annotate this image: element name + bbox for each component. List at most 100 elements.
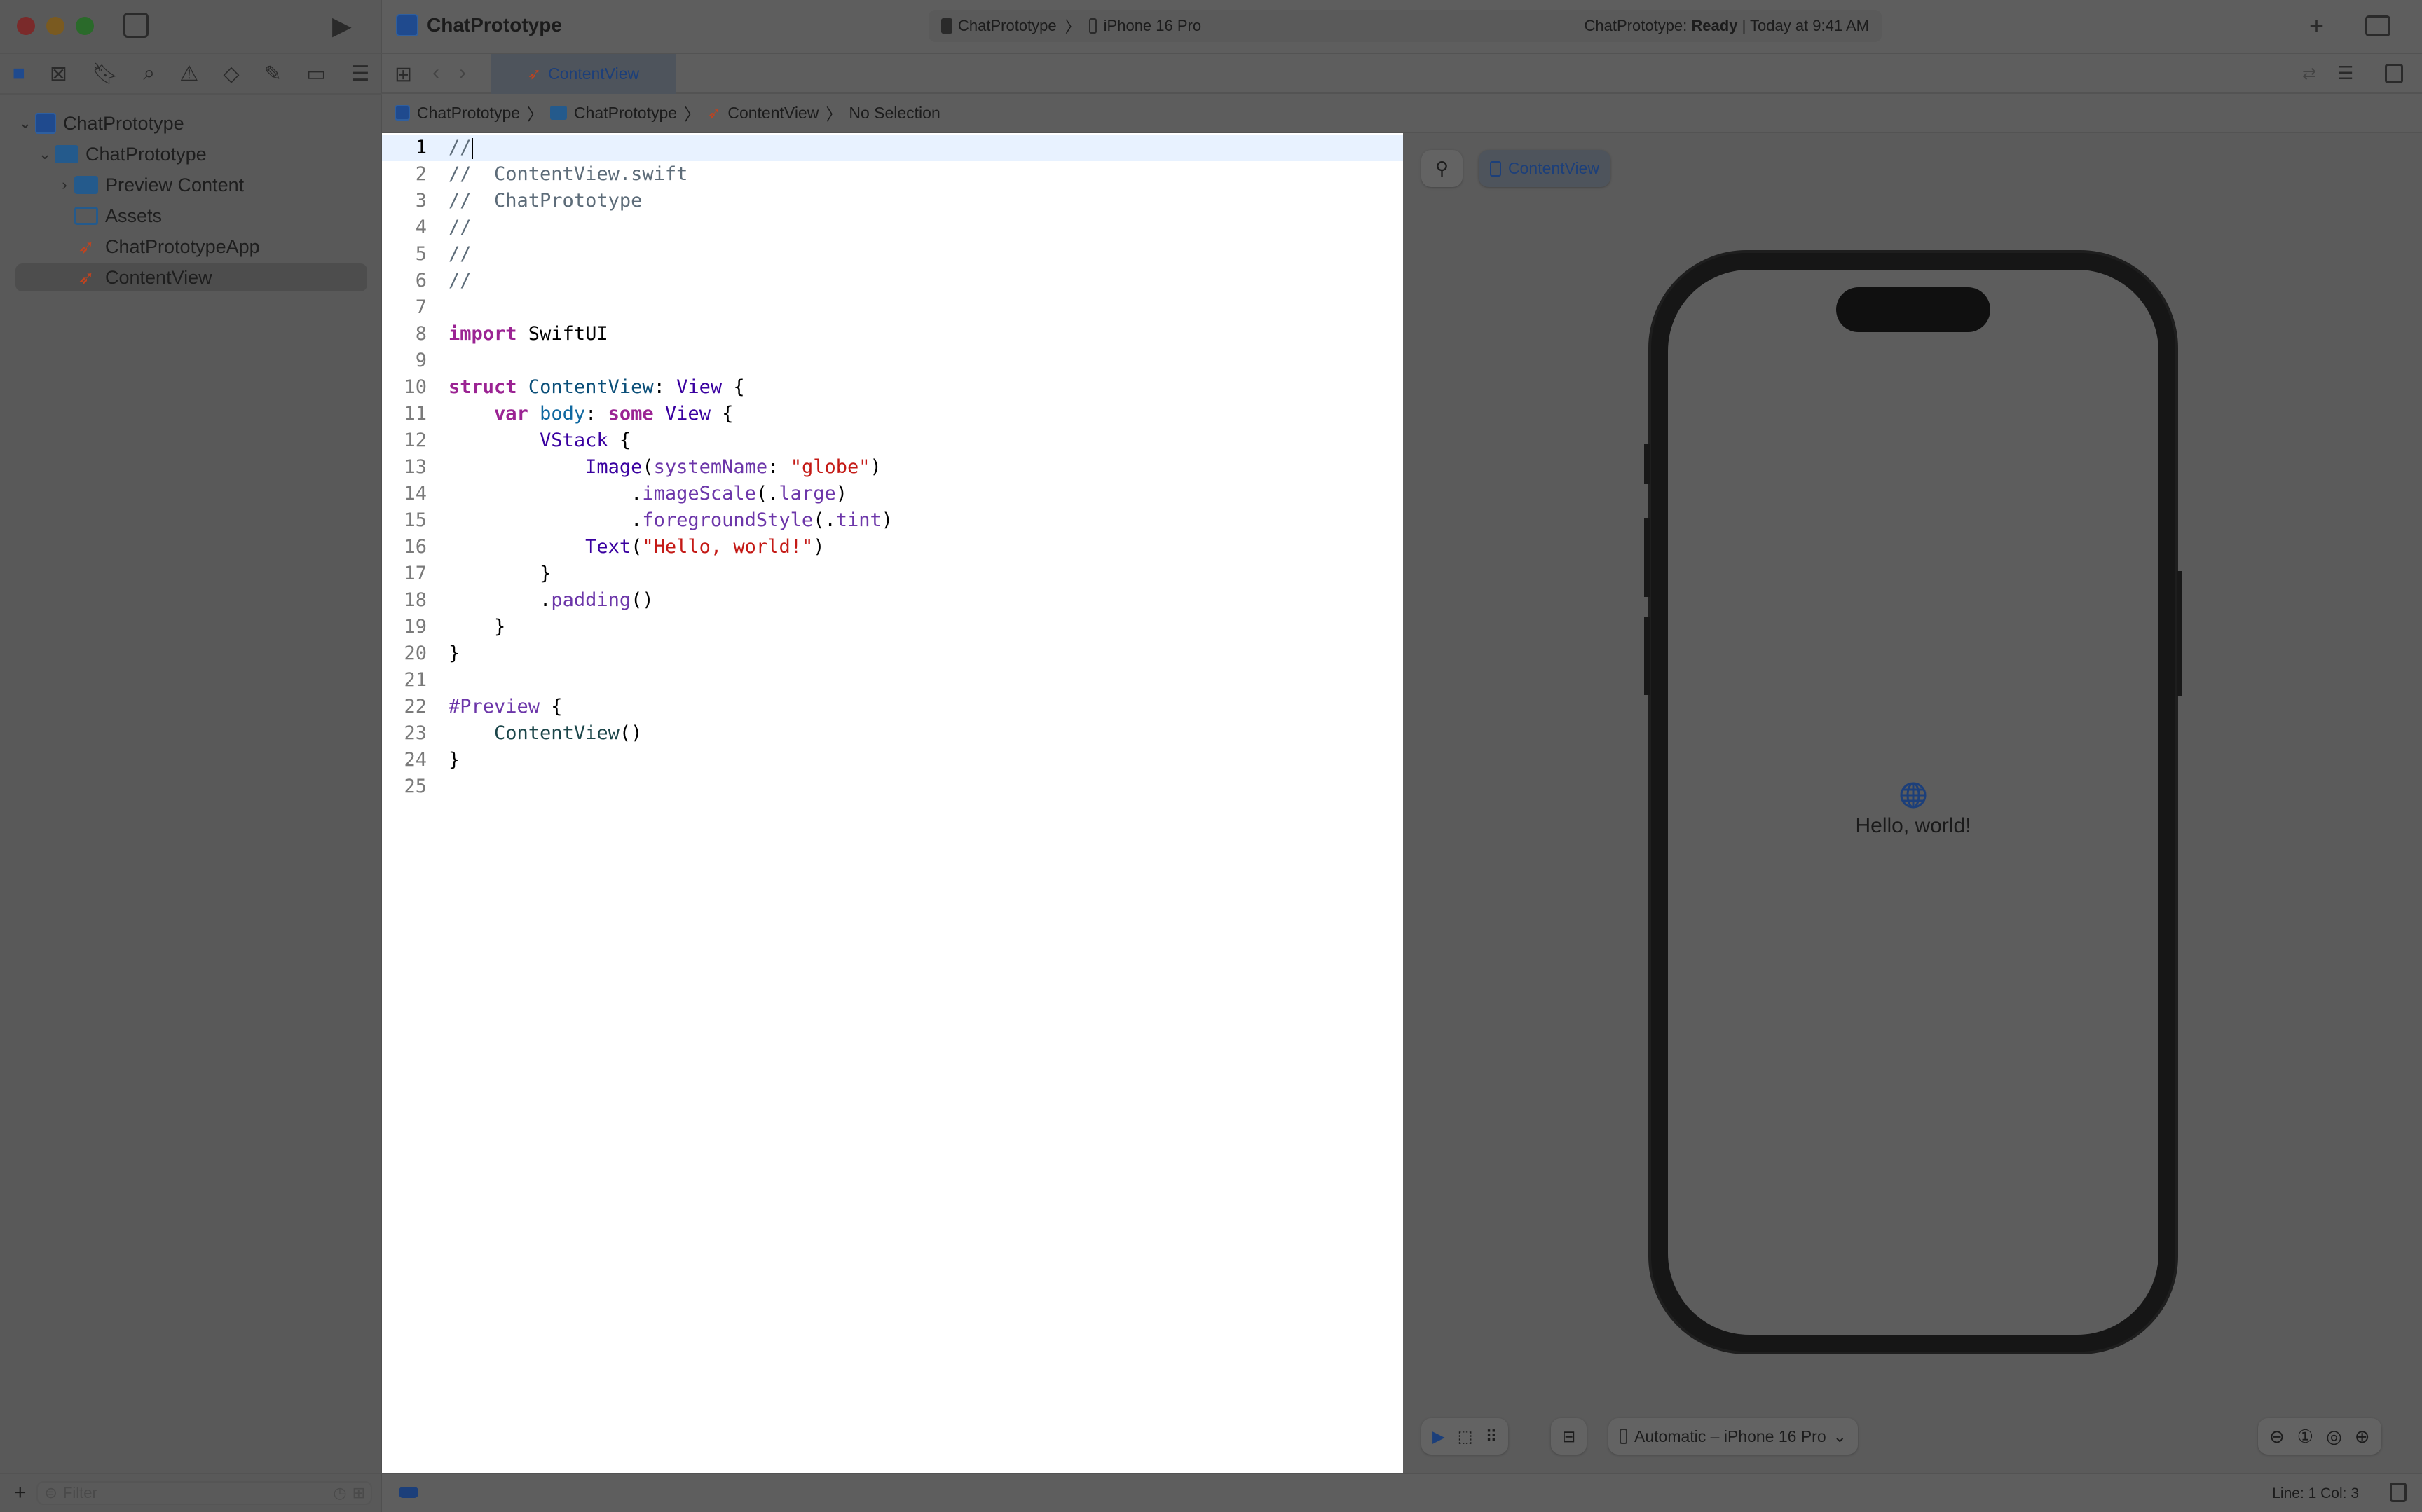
code-line[interactable]: 12 VStack { bbox=[382, 427, 1403, 454]
filter-input[interactable]: Filter bbox=[63, 1484, 97, 1502]
add-icon[interactable]: + bbox=[14, 1481, 27, 1505]
code-line[interactable]: 9 bbox=[382, 348, 1403, 374]
breadcrumb-symbol[interactable]: No Selection bbox=[849, 104, 940, 123]
recent-files-icon[interactable]: ◷ bbox=[333, 1484, 346, 1502]
breadcrumb-group[interactable]: ChatPrototype bbox=[574, 104, 677, 123]
related-items-icon[interactable]: ⊞ bbox=[395, 62, 412, 87]
breadcrumb-project[interactable]: ChatPrototype bbox=[417, 104, 520, 123]
debug-icon[interactable]: ✎ bbox=[264, 62, 282, 86]
code-line[interactable]: 18 .padding() bbox=[382, 587, 1403, 614]
device-menu-label: Automatic – iPhone 16 Pro bbox=[1634, 1427, 1826, 1445]
device-icon bbox=[1088, 18, 1097, 34]
code-line[interactable]: 2 // ContentView.swift bbox=[382, 161, 1403, 188]
issue-warning-icon[interactable]: ⚠︎ bbox=[179, 62, 198, 86]
disclosure-icon[interactable]: › bbox=[55, 176, 74, 194]
code-line[interactable]: 22 #Preview { bbox=[382, 694, 1403, 720]
code-line[interactable]: 19 } bbox=[382, 614, 1403, 640]
navigator-item[interactable]: ➶ ChatPrototypeApp bbox=[15, 233, 367, 261]
editor-options-icon[interactable]: ☰ bbox=[2337, 62, 2353, 84]
run-button[interactable]: ▶ bbox=[332, 11, 352, 41]
breakpoint-icon[interactable]: ▭ bbox=[306, 62, 326, 86]
preview-chip-contentview[interactable]: ContentView bbox=[1479, 150, 1610, 187]
test-icon[interactable]: ◇ bbox=[223, 62, 239, 86]
line-number: 5 bbox=[415, 243, 427, 265]
code-line[interactable]: 14 .imageScale(.large) bbox=[382, 481, 1403, 507]
minimize-window-button[interactable] bbox=[46, 17, 64, 35]
code-token-comment: // ChatPrototype bbox=[449, 190, 643, 212]
jump-bar: ChatPrototype 〉 ChatPrototype 〉 ➶ ContentV… bbox=[382, 94, 2422, 133]
code-token-plain: } bbox=[449, 642, 460, 664]
source-control-filter-icon[interactable]: ⊞ bbox=[353, 1484, 365, 1502]
back-icon[interactable]: ‹ bbox=[432, 61, 439, 85]
live-preview-icon[interactable]: ▶ bbox=[1432, 1427, 1445, 1446]
add-editor-icon[interactable] bbox=[2385, 64, 2403, 83]
code-token-plain: (. bbox=[755, 483, 779, 504]
pin-preview-button[interactable]: ⚲ bbox=[1421, 150, 1463, 187]
disclosure-icon[interactable]: ⌄ bbox=[35, 145, 55, 163]
chevron-down-icon: ⌄ bbox=[1833, 1427, 1847, 1445]
breakpoints-toggle-icon[interactable] bbox=[399, 1487, 418, 1498]
search-icon[interactable]: ⌕ bbox=[143, 62, 155, 85]
code-line[interactable]: 15 .foregroundStyle(.tint) bbox=[382, 507, 1403, 534]
filter-field[interactable]: ⊜ Filter ◷ ⊞ bbox=[36, 1481, 372, 1505]
code-line[interactable]: 17 } bbox=[382, 561, 1403, 587]
debug-area-toggle-icon[interactable] bbox=[2390, 1483, 2407, 1502]
zoom-actual-size-icon[interactable]: ① bbox=[2297, 1426, 2313, 1448]
add-library-icon[interactable]: + bbox=[2309, 11, 2324, 41]
code-token-plain: . bbox=[449, 589, 552, 611]
code-line[interactable]: 4 // bbox=[382, 214, 1403, 241]
bookmark-icon[interactable]: 🔖︎ bbox=[92, 62, 118, 86]
code-token-keyword: some bbox=[608, 403, 654, 425]
line-number: 18 bbox=[404, 589, 427, 611]
forward-icon[interactable]: › bbox=[459, 61, 466, 85]
code-line[interactable]: 25 bbox=[382, 774, 1403, 800]
zoom-out-icon[interactable]: ⊖ bbox=[2269, 1426, 2285, 1448]
code-line[interactable]: 20} bbox=[382, 640, 1403, 667]
breadcrumb-file[interactable]: ContentView bbox=[727, 104, 819, 123]
navigator-item[interactable]: ⌄ ChatPrototype bbox=[15, 140, 367, 168]
code-line[interactable]: 11 var body: some View { bbox=[382, 401, 1403, 427]
navigator-item[interactable]: ➶ ContentView bbox=[15, 263, 367, 291]
code-line[interactable]: 5 // bbox=[382, 241, 1403, 268]
variants-icon[interactable]: ⠿ bbox=[1485, 1427, 1497, 1446]
scheme-selector[interactable]: ChatPrototype bbox=[958, 17, 1057, 35]
code-line[interactable]: 16 Text("Hello, world!") bbox=[382, 534, 1403, 561]
navigator-item[interactable]: Assets bbox=[15, 202, 367, 230]
device-settings-button[interactable]: ⊟ bbox=[1551, 1418, 1587, 1455]
code-line[interactable]: 13 Image(systemName: "globe") bbox=[382, 454, 1403, 481]
device-menu[interactable]: Automatic – iPhone 16 Pro ⌄ bbox=[1608, 1418, 1858, 1455]
swift-file-icon: ➶ bbox=[707, 103, 721, 122]
navigator-item[interactable]: ⌄ ChatPrototype bbox=[15, 109, 367, 137]
source-editor[interactable]: 1 // 2 // ContentView.swift 3 // ChatPrototyp… bbox=[382, 133, 1403, 1473]
line-number: 3 bbox=[415, 190, 427, 212]
code-review-icon[interactable]: ⇄ bbox=[2302, 64, 2316, 84]
zoom-to-fit-icon[interactable]: ◎ bbox=[2326, 1426, 2342, 1448]
project-title: ChatPrototype bbox=[427, 14, 562, 36]
selectable-mode-icon[interactable]: ⬚ bbox=[1458, 1427, 1473, 1446]
close-window-button[interactable] bbox=[17, 17, 35, 35]
navigator-item[interactable]: › Preview Content bbox=[15, 171, 367, 199]
code-line[interactable]: 1 // bbox=[382, 135, 1403, 161]
code-line[interactable]: 7 bbox=[382, 294, 1403, 321]
code-line[interactable]: 6 // bbox=[382, 268, 1403, 294]
code-line[interactable]: 3 // ChatPrototype bbox=[382, 188, 1403, 214]
zoom-window-button[interactable] bbox=[76, 17, 94, 35]
code-line[interactable]: 23 ContentView() bbox=[382, 720, 1403, 747]
report-icon[interactable]: ☰ bbox=[350, 62, 369, 86]
code-line[interactable]: 21 bbox=[382, 667, 1403, 694]
code-text: import SwiftUI bbox=[449, 321, 608, 348]
sidebar-toggle-icon[interactable] bbox=[123, 13, 149, 38]
inspector-toggle-icon[interactable] bbox=[2365, 15, 2390, 36]
code-token-type: View bbox=[676, 376, 723, 398]
code-line[interactable]: 24} bbox=[382, 747, 1403, 774]
filter-options-icon[interactable]: ⊜ bbox=[45, 1484, 57, 1502]
project-navigator-icon[interactable]: ■ bbox=[13, 62, 25, 85]
source-control-icon[interactable]: ⊠ bbox=[50, 62, 67, 86]
code-line[interactable]: 10 struct ContentView: View { bbox=[382, 374, 1403, 401]
code-token-plain: { bbox=[540, 696, 563, 717]
code-line[interactable]: 8 import SwiftUI bbox=[382, 321, 1403, 348]
tab-contentview[interactable]: ➶ ContentView bbox=[491, 54, 676, 94]
run-destination-selector[interactable]: iPhone 16 Pro bbox=[1104, 17, 1201, 35]
zoom-in-icon[interactable]: ⊕ bbox=[2355, 1426, 2370, 1448]
disclosure-icon[interactable]: ⌄ bbox=[15, 114, 35, 132]
